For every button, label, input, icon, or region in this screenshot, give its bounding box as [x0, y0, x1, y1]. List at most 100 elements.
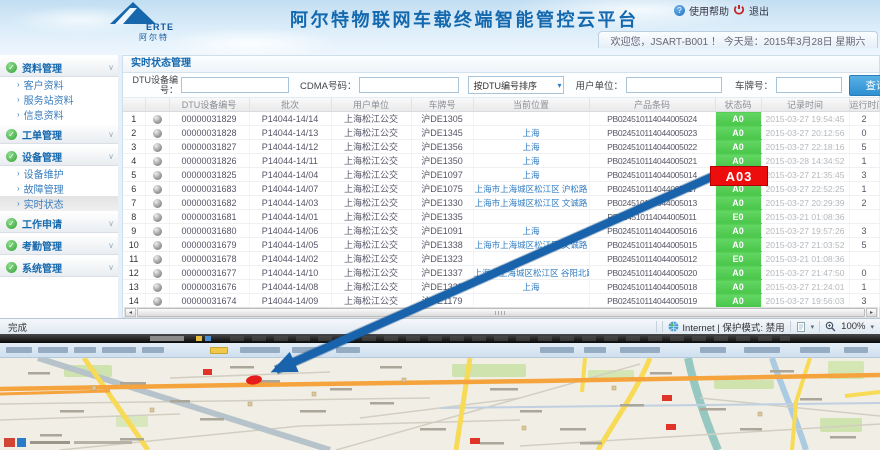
table-row[interactable]: 900000031680P14044-14/06上海松江公交沪DE1091上海P…: [123, 224, 879, 238]
sort-select-value: 按DTU编号排序: [473, 79, 537, 92]
cell-loc[interactable]: 上海市上海城区松江区 文诚路: [473, 238, 589, 252]
cell-plate: 沪DE1097: [411, 168, 473, 182]
cell-plate: 沪DE1339: [411, 280, 473, 294]
plate-input[interactable]: [776, 77, 842, 93]
table-row[interactable]: 1200000031677P14044-14/10上海松江公交沪DE1337上海…: [123, 266, 879, 280]
cell-loc[interactable]: 上海市上海城区松江区 文诚路: [473, 196, 589, 210]
cell-run: 1: [849, 154, 879, 168]
cell-run: 3: [849, 294, 879, 308]
table-row[interactable]: 300000031827P14044-14/12上海松江公交沪DE1356上海P…: [123, 140, 879, 154]
sidebar-item-0-2[interactable]: ›信息资料: [0, 107, 118, 122]
cell-plate: 沪DE1350: [411, 154, 473, 168]
cell-icon: [145, 168, 169, 182]
map-tool-button[interactable]: [210, 347, 228, 354]
sidebar-group-2[interactable]: ✓设备管理∨: [0, 146, 118, 166]
cell-unit: 上海松江公交: [331, 182, 411, 196]
cell-loc[interactable]: 上海: [473, 168, 589, 182]
sidebar-menu: ✓资料管理∨›客户资料›服务站资料›信息资料✓工单管理∨✓设备管理∨›设备维护›…: [0, 55, 119, 318]
chevron-down-icon: ∨: [108, 152, 114, 161]
cell-icon: [145, 182, 169, 196]
sidebar-group-1[interactable]: ✓工单管理∨: [0, 124, 118, 144]
dtu-input[interactable]: [181, 77, 289, 93]
cell-plate: 沪DE1338: [411, 238, 473, 252]
cell-icon: [145, 196, 169, 210]
cell-time: 2015-03-27 21:35:45: [761, 168, 849, 182]
device-status-icon: [153, 157, 162, 166]
device-status-icon: [153, 129, 162, 138]
cell-unit: 上海松江公交: [331, 238, 411, 252]
cdma-label: CDMA号码：: [300, 78, 356, 92]
tab-realtime-status[interactable]: 实时状态管理: [123, 56, 879, 73]
cell-unit: 上海松江公交: [331, 140, 411, 154]
cell-time: 2015-03-27 21:24:01: [761, 280, 849, 294]
page-icon[interactable]: [796, 322, 806, 332]
item-arrow-icon: ›: [17, 184, 20, 193]
table-row[interactable]: 1100000031678P14044-14/02上海松江公交沪DE1323PB…: [123, 252, 879, 266]
sidebar-group-4[interactable]: ✓考勤管理∨: [0, 235, 118, 255]
sidebar-item-2-0[interactable]: ›设备维护: [0, 166, 118, 181]
cell-loc[interactable]: 上海: [473, 280, 589, 294]
table-header-row: DTU设备编号批次用户单位车牌号当前位置产品条码状态码记录时间运行时间/: [123, 98, 879, 112]
cell-plate: 沪DE1337: [411, 266, 473, 280]
table-row[interactable]: 1300000031676P14044-14/08上海松江公交沪DE1339上海…: [123, 280, 879, 294]
search-button[interactable]: 查询: [849, 75, 880, 96]
cell-batch: P14044-14/14: [249, 112, 331, 126]
device-status-icon: [153, 241, 162, 250]
logout-link[interactable]: 退出: [749, 3, 769, 18]
cell-loc[interactable]: 上海市上海城区松江区 谷阳北路: [473, 266, 589, 280]
sidebar-item-2-1[interactable]: ›故障管理: [0, 181, 118, 196]
scrollbar-thumb[interactable]: [137, 308, 865, 317]
horizontal-scrollbar[interactable]: ◂ ▸: [124, 307, 878, 318]
sidebar-item-0-1[interactable]: ›服务站资料: [0, 92, 118, 107]
chevron-down-icon[interactable]: ▾: [870, 323, 874, 331]
cell-loc[interactable]: 上海: [473, 224, 589, 238]
group-label: 资料管理: [22, 60, 103, 75]
table-row[interactable]: 100000031829P14044-14/14上海松江公交沪DE1305PB0…: [123, 112, 879, 126]
cell-run: 1: [849, 280, 879, 294]
cell-loc[interactable]: 上海市上海城区松江区 沪松路: [473, 182, 589, 196]
sidebar-group-0[interactable]: ✓资料管理∨: [0, 57, 118, 77]
table-row[interactable]: 1000000031679P14044-14/05上海松江公交沪DE1338上海…: [123, 238, 879, 252]
cell-plate: 沪DE1323: [411, 252, 473, 266]
help-icon: ?: [674, 5, 685, 16]
sort-select[interactable]: 按DTU编号排序 ▾: [468, 76, 564, 94]
cell-barcode: PB024510114044005023: [589, 126, 715, 140]
chevron-down-icon[interactable]: ▾: [811, 323, 815, 331]
column-header-4: 用户单位: [331, 98, 411, 112]
cell-run: 0: [849, 126, 879, 140]
cell-loc: [473, 252, 589, 266]
table-row[interactable]: 800000031681P14044-14/01上海松江公交沪DE1335PB0…: [123, 210, 879, 224]
cell-batch: P14044-14/11: [249, 154, 331, 168]
column-header-5: 车牌号: [411, 98, 473, 112]
cell-icon: [145, 154, 169, 168]
sidebar-group-3[interactable]: ✓工作申请∨: [0, 213, 118, 233]
help-link[interactable]: 使用帮助: [689, 3, 729, 18]
cell-icon: [145, 238, 169, 252]
sidebar-item-2-2[interactable]: ›实时状态: [0, 196, 118, 211]
scroll-left-icon[interactable]: ◂: [125, 308, 136, 317]
cell-icon: [145, 266, 169, 280]
cell-loc[interactable]: 上海: [473, 126, 589, 140]
table-row[interactable]: 200000031828P14044-14/13上海松江公交沪DE1345上海P…: [123, 126, 879, 140]
cdma-input[interactable]: [359, 77, 459, 93]
device-status-icon: [153, 255, 162, 264]
table-row[interactable]: 1400000031674P14044-14/09上海松江公交沪DE1179PB…: [123, 294, 879, 308]
cell-plate: 沪DE1091: [411, 224, 473, 238]
cell-loc: [473, 210, 589, 224]
zoom-level[interactable]: 100%: [841, 321, 865, 332]
sidebar-item-0-0[interactable]: ›客户资料: [0, 77, 118, 92]
cell-run: 3: [849, 168, 879, 182]
cell-status: A0: [715, 224, 761, 238]
zoom-magnifier-icon[interactable]: [825, 321, 836, 332]
scroll-right-icon[interactable]: ▸: [866, 308, 877, 317]
item-arrow-icon: ›: [17, 199, 20, 208]
sidebar-group-5[interactable]: ✓系统管理∨: [0, 257, 118, 277]
street-map[interactable]: [0, 358, 880, 450]
cell-status: A0: [715, 238, 761, 252]
cell-time: 2015-03-27 20:29:39: [761, 196, 849, 210]
table-row[interactable]: 700000031682P14044-14/03上海松江公交沪DE1330上海市…: [123, 196, 879, 210]
unit-input[interactable]: [626, 77, 722, 93]
cell-loc[interactable]: 上海: [473, 154, 589, 168]
cell-loc: [473, 294, 589, 308]
cell-loc[interactable]: 上海: [473, 140, 589, 154]
